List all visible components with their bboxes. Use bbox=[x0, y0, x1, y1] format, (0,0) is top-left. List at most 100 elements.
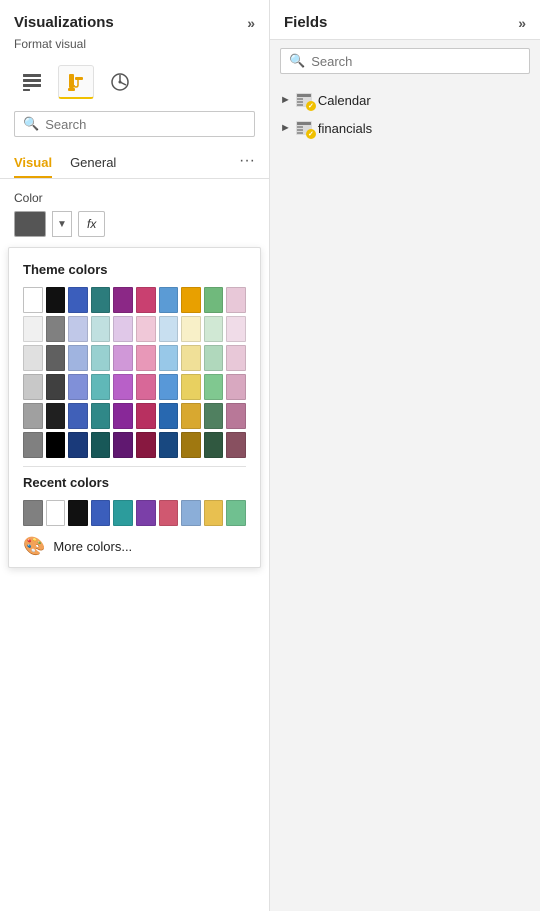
color-cell[interactable] bbox=[91, 345, 111, 371]
color-cell[interactable] bbox=[68, 316, 88, 342]
color-cell[interactable] bbox=[46, 287, 66, 313]
color-cell[interactable] bbox=[23, 316, 43, 342]
color-cell[interactable] bbox=[204, 374, 224, 400]
color-cell[interactable] bbox=[91, 403, 111, 429]
more-colors-button[interactable]: 🎨 More colors... bbox=[23, 536, 246, 557]
color-cell[interactable] bbox=[136, 316, 156, 342]
tab-visual[interactable]: Visual bbox=[14, 147, 52, 178]
tab-general[interactable]: General bbox=[70, 147, 116, 178]
table-format-button[interactable] bbox=[14, 65, 50, 99]
color-cell[interactable] bbox=[159, 500, 179, 526]
color-cell[interactable] bbox=[136, 500, 156, 526]
color-cell[interactable] bbox=[159, 432, 179, 458]
color-cell[interactable] bbox=[159, 403, 179, 429]
color-cell[interactable] bbox=[91, 500, 111, 526]
color-cell[interactable] bbox=[23, 432, 43, 458]
color-cell[interactable] bbox=[181, 500, 201, 526]
color-cell[interactable] bbox=[204, 500, 224, 526]
color-cell[interactable] bbox=[159, 287, 179, 313]
color-cell[interactable] bbox=[46, 316, 66, 342]
fields-search-box[interactable]: 🔍 bbox=[280, 48, 530, 74]
color-cell[interactable] bbox=[226, 403, 246, 429]
visualizations-panel: Visualizations » Format visual bbox=[0, 0, 270, 911]
field-badge: ✓ bbox=[306, 129, 316, 139]
theme-color-grid bbox=[23, 287, 246, 458]
color-cell[interactable] bbox=[68, 403, 88, 429]
color-cell[interactable] bbox=[46, 403, 66, 429]
color-cell[interactable] bbox=[226, 374, 246, 400]
color-cell[interactable] bbox=[226, 432, 246, 458]
fields-search-input[interactable] bbox=[311, 54, 521, 69]
visualizations-search-box[interactable]: 🔍 bbox=[14, 111, 255, 137]
color-cell[interactable] bbox=[136, 403, 156, 429]
color-cell[interactable] bbox=[113, 432, 133, 458]
field-item-financials[interactable]: ► ✓ financials bbox=[270, 114, 540, 142]
color-cell[interactable] bbox=[46, 432, 66, 458]
color-cell[interactable] bbox=[91, 374, 111, 400]
color-cell[interactable] bbox=[204, 316, 224, 342]
color-cell[interactable] bbox=[113, 374, 133, 400]
color-cell[interactable] bbox=[226, 500, 246, 526]
color-cell[interactable] bbox=[226, 287, 246, 313]
analytics-format-button[interactable] bbox=[102, 65, 138, 99]
color-cell[interactable] bbox=[181, 374, 201, 400]
color-grid-row-3 bbox=[23, 374, 246, 400]
color-cell[interactable] bbox=[46, 500, 66, 526]
search-input[interactable] bbox=[45, 117, 246, 132]
color-cell[interactable] bbox=[226, 316, 246, 342]
fx-button[interactable]: fx bbox=[78, 211, 105, 237]
tab-more-button[interactable]: ··· bbox=[239, 152, 255, 174]
color-grid-row-2 bbox=[23, 345, 246, 371]
color-cell[interactable] bbox=[113, 287, 133, 313]
color-cell[interactable] bbox=[91, 287, 111, 313]
color-cell[interactable] bbox=[181, 432, 201, 458]
color-cell[interactable] bbox=[226, 345, 246, 371]
color-cell[interactable] bbox=[23, 374, 43, 400]
color-cell[interactable] bbox=[113, 345, 133, 371]
color-cell[interactable] bbox=[113, 316, 133, 342]
color-cell[interactable] bbox=[91, 432, 111, 458]
color-cell[interactable] bbox=[23, 345, 43, 371]
color-cell[interactable] bbox=[68, 345, 88, 371]
color-cell[interactable] bbox=[113, 403, 133, 429]
color-cell[interactable] bbox=[136, 432, 156, 458]
color-cell[interactable] bbox=[23, 287, 43, 313]
color-cell[interactable] bbox=[136, 345, 156, 371]
color-cell[interactable] bbox=[68, 287, 88, 313]
color-cell[interactable] bbox=[68, 432, 88, 458]
color-cell[interactable] bbox=[159, 316, 179, 342]
color-cell[interactable] bbox=[136, 374, 156, 400]
color-cell[interactable] bbox=[68, 500, 88, 526]
color-cell[interactable] bbox=[181, 316, 201, 342]
color-cell[interactable] bbox=[23, 500, 43, 526]
color-cell[interactable] bbox=[204, 403, 224, 429]
paint-format-button[interactable] bbox=[58, 65, 94, 99]
more-colors-label: More colors... bbox=[53, 539, 132, 554]
field-chevron-icon: ► bbox=[280, 94, 291, 106]
expand-icon[interactable]: » bbox=[247, 15, 255, 31]
color-cell[interactable] bbox=[91, 316, 111, 342]
color-cell[interactable] bbox=[159, 345, 179, 371]
color-cell[interactable] bbox=[46, 374, 66, 400]
fields-list: ► ✓ Calendar ► bbox=[270, 82, 540, 146]
theme-colors-title: Theme colors bbox=[23, 262, 246, 277]
color-cell[interactable] bbox=[68, 374, 88, 400]
color-cell[interactable] bbox=[23, 403, 43, 429]
color-swatch[interactable] bbox=[14, 211, 46, 237]
color-dropdown-button[interactable]: ▼ bbox=[52, 211, 72, 237]
color-cell[interactable] bbox=[204, 287, 224, 313]
field-item-calendar[interactable]: ► ✓ Calendar bbox=[270, 86, 540, 114]
color-cell[interactable] bbox=[204, 432, 224, 458]
color-cell[interactable] bbox=[181, 345, 201, 371]
color-cell[interactable] bbox=[181, 287, 201, 313]
format-tabs: Visual General ··· bbox=[0, 147, 269, 179]
color-cell[interactable] bbox=[204, 345, 224, 371]
fields-expand-icon[interactable]: » bbox=[518, 15, 526, 31]
color-cell[interactable] bbox=[159, 374, 179, 400]
color-cell[interactable] bbox=[46, 345, 66, 371]
color-cell[interactable] bbox=[181, 403, 201, 429]
color-section: Color ▼ fx bbox=[0, 179, 269, 247]
color-cell[interactable] bbox=[113, 500, 133, 526]
visualizations-title: Visualizations bbox=[14, 14, 114, 31]
color-cell[interactable] bbox=[136, 287, 156, 313]
